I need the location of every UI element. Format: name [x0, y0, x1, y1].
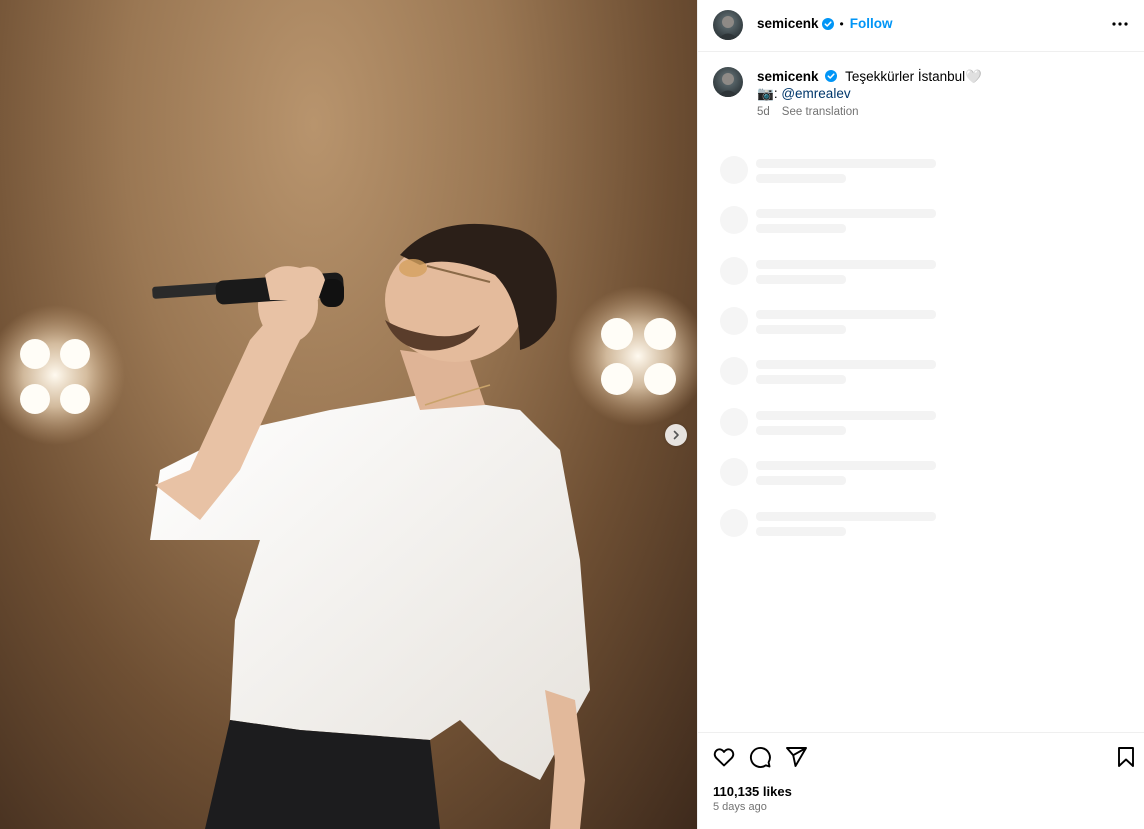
more-options-icon [1112, 22, 1128, 26]
mention-link[interactable]: @emrealev [781, 86, 850, 101]
bookmark-icon[interactable] [1114, 745, 1138, 769]
next-photo-button[interactable] [665, 424, 687, 446]
post-age[interactable]: 5d [757, 106, 770, 118]
see-translation-button[interactable]: See translation [782, 106, 859, 118]
verified-badge-icon [821, 17, 834, 30]
comment-icon[interactable] [748, 745, 772, 769]
skeleton-row [720, 156, 980, 188]
more-options-button[interactable] [1112, 16, 1128, 32]
likes-count[interactable]: 110,135 likes [713, 784, 792, 799]
skeleton-row [720, 408, 980, 440]
send-icon[interactable] [784, 745, 808, 769]
credit-prefix: : [773, 86, 778, 101]
follow-button[interactable]: Follow [850, 16, 893, 31]
skeleton-row [720, 357, 980, 389]
camera-emoji: 📷 [757, 86, 774, 101]
chevron-right-icon [673, 430, 679, 440]
verified-badge-icon [825, 70, 838, 82]
post-header: semicenk • Follow [698, 0, 1144, 52]
caption-username[interactable]: semicenk [757, 69, 819, 84]
post-caption: semicenk Teşekkürler İstanbul🤍 📷: @emrea… [757, 68, 1127, 102]
skeleton-row [720, 206, 980, 238]
post-details-panel: semicenk • Follow semicenk Teşekkürler İ… [697, 0, 1144, 829]
skeleton-row [720, 257, 980, 289]
post-photo [0, 0, 697, 829]
avatar-image [717, 73, 739, 97]
avatar-image [717, 16, 739, 40]
caption-text: Teşekkürler İstanbul🤍 [845, 69, 982, 84]
caption-author-avatar[interactable] [713, 67, 743, 97]
concert-photo [0, 223, 697, 829]
header-user-info: semicenk • Follow [757, 16, 893, 31]
author-avatar[interactable] [713, 10, 743, 40]
caption-meta: 5d See translation [757, 106, 859, 118]
post-actions: 110,135 likes 5 days ago [698, 732, 1144, 829]
skeleton-row [720, 458, 980, 490]
post-timestamp[interactable]: 5 days ago [713, 801, 767, 813]
skeleton-row [720, 509, 980, 541]
author-username[interactable]: semicenk [757, 16, 819, 31]
skeleton-row [720, 307, 980, 339]
separator-dot: • [839, 16, 844, 31]
heart-icon[interactable] [712, 745, 736, 769]
